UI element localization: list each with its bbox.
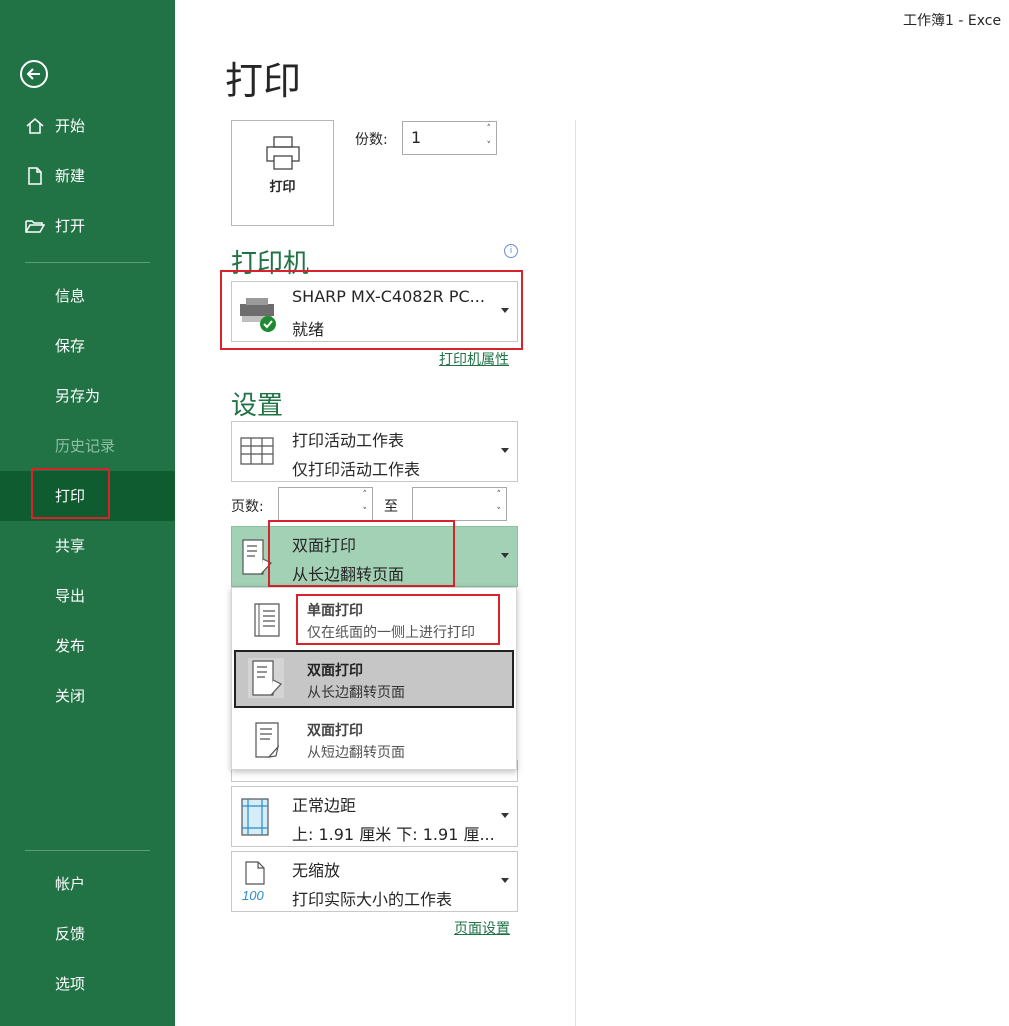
highlight-box-printer bbox=[220, 270, 523, 350]
sidebar-divider bbox=[25, 850, 150, 851]
pages-label: 页数: bbox=[231, 499, 264, 515]
sidebar-item-label: 历史记录 bbox=[55, 437, 116, 455]
home-icon bbox=[26, 118, 44, 134]
sidebar-item-label: 导出 bbox=[55, 587, 86, 605]
printer-properties-link[interactable]: 打印机属性 bbox=[439, 349, 509, 369]
sidebar-divider bbox=[25, 262, 150, 263]
back-arrow-icon[interactable] bbox=[20, 60, 48, 88]
sidebar-item-publish[interactable]: 发布 bbox=[0, 621, 175, 671]
sidebar-item-history: 历史记录 bbox=[0, 421, 175, 471]
copies-stepper[interactable]: 1 ˄ ˅ bbox=[402, 121, 497, 155]
stepper-down-icon[interactable]: ˅ bbox=[487, 142, 492, 151]
margins-icon bbox=[241, 798, 269, 836]
pages-from-stepper[interactable]: ˄ ˅ bbox=[278, 487, 373, 521]
sidebar-item-label: 发布 bbox=[55, 637, 86, 655]
duplex-option-title: 双面打印 bbox=[307, 663, 363, 679]
preview-divider bbox=[575, 120, 576, 1026]
sidebar-item-label: 新建 bbox=[55, 167, 86, 185]
print-button-label: 打印 bbox=[269, 180, 296, 195]
settings-heading: 设置 bbox=[231, 391, 284, 421]
print-button[interactable]: 打印 bbox=[231, 120, 334, 226]
sidebar-item-feedback[interactable]: 反馈 bbox=[0, 909, 175, 959]
scaling-select[interactable]: 100 无缩放 打印实际大小的工作表 bbox=[231, 851, 518, 912]
sidebar-item-save-as[interactable]: 另存为 bbox=[0, 371, 175, 421]
scaling-icon-text: 100 bbox=[242, 888, 264, 902]
margins-title: 正常边距 bbox=[292, 796, 357, 815]
duplex-short-edge-icon bbox=[255, 722, 280, 758]
sidebar-item-label: 反馈 bbox=[55, 925, 86, 943]
duplex-option-long-edge[interactable]: 双面打印 从长边翻转页面 bbox=[234, 650, 514, 708]
margins-select[interactable]: 正常边距 上: 1.91 厘米 下: 1.91 厘... bbox=[231, 786, 518, 847]
print-scope-desc: 仅打印活动工作表 bbox=[292, 460, 421, 479]
sidebar-item-label: 另存为 bbox=[55, 387, 101, 405]
sidebar-item-open[interactable]: 打开 bbox=[0, 201, 175, 251]
copies-value: 1 bbox=[411, 128, 422, 147]
scaling-title: 无缩放 bbox=[292, 861, 341, 880]
sidebar-item-info[interactable]: 信息 bbox=[0, 271, 175, 321]
highlight-box-single-sided bbox=[296, 594, 500, 645]
sidebar-item-label: 共享 bbox=[55, 537, 86, 555]
duplex-option-title: 双面打印 bbox=[307, 723, 363, 739]
printer-icon bbox=[266, 136, 300, 170]
stepper-down-icon[interactable]: ˅ bbox=[363, 508, 368, 517]
sidebar-item-home[interactable]: 开始 bbox=[0, 101, 175, 151]
stepper-down-icon[interactable]: ˅ bbox=[497, 508, 502, 517]
duplex-dropdown-menu: 单面打印 仅在纸面的一侧上进行打印 双面打印 从长边翻转页面 双面打印 从短边翻… bbox=[231, 587, 517, 770]
duplex-option-desc: 从长边翻转页面 bbox=[307, 685, 405, 701]
stepper-up-icon[interactable]: ˄ bbox=[497, 491, 502, 500]
info-icon[interactable]: i bbox=[504, 244, 518, 258]
scaling-desc: 打印实际大小的工作表 bbox=[292, 890, 453, 909]
sidebar-item-label: 帐户 bbox=[55, 875, 86, 893]
sidebar-item-save[interactable]: 保存 bbox=[0, 321, 175, 371]
sidebar-item-share[interactable]: 共享 bbox=[0, 521, 175, 571]
new-file-icon bbox=[28, 167, 42, 185]
backstage-sidebar: 开始 新建 打开 信息 保存 另存为 历史记录 打印 共享 导出 发布 关闭 帐… bbox=[0, 0, 175, 1026]
sidebar-item-close[interactable]: 关闭 bbox=[0, 671, 175, 721]
margins-desc: 上: 1.91 厘米 下: 1.91 厘... bbox=[292, 825, 495, 844]
print-scope-select[interactable]: 打印活动工作表 仅打印活动工作表 bbox=[231, 421, 518, 482]
sheet-grid-icon bbox=[240, 437, 274, 465]
sidebar-item-label: 开始 bbox=[55, 117, 86, 135]
highlight-box-duplex bbox=[268, 520, 455, 587]
sidebar-item-options[interactable]: 选项 bbox=[0, 959, 175, 1009]
sidebar-item-new[interactable]: 新建 bbox=[0, 151, 175, 201]
pages-to-stepper[interactable]: ˄ ˅ bbox=[412, 487, 507, 521]
stepper-up-icon[interactable]: ˄ bbox=[363, 491, 368, 500]
single-sided-icon bbox=[254, 603, 280, 637]
folder-open-icon bbox=[25, 220, 45, 233]
highlight-box-print-nav bbox=[31, 468, 110, 519]
sidebar-item-label: 信息 bbox=[55, 287, 86, 305]
sidebar-item-label: 关闭 bbox=[55, 687, 86, 705]
duplex-option-desc: 从短边翻转页面 bbox=[307, 745, 405, 761]
pages-to-label: 至 bbox=[384, 499, 398, 515]
sidebar-item-label: 保存 bbox=[55, 337, 86, 355]
stepper-up-icon[interactable]: ˄ bbox=[487, 125, 492, 134]
sidebar-item-label: 选项 bbox=[55, 975, 86, 993]
chevron-down-icon bbox=[501, 878, 509, 883]
copies-label: 份数: bbox=[355, 132, 388, 148]
sidebar-item-account[interactable]: 帐户 bbox=[0, 859, 175, 909]
window-title: 工作簿1 - Exce bbox=[903, 13, 1002, 29]
sidebar-item-export[interactable]: 导出 bbox=[0, 571, 175, 621]
page-title: 打印 bbox=[225, 59, 302, 103]
chevron-down-icon bbox=[501, 448, 509, 453]
sidebar-item-label: 打开 bbox=[55, 217, 86, 235]
chevron-down-icon bbox=[501, 553, 509, 558]
chevron-down-icon bbox=[501, 813, 509, 818]
duplex-long-edge-icon bbox=[248, 658, 284, 698]
print-scope-title: 打印活动工作表 bbox=[292, 431, 405, 450]
duplex-option-short-edge[interactable]: 双面打印 从短边翻转页面 bbox=[234, 710, 514, 768]
no-scaling-icon: 100 bbox=[242, 861, 265, 902]
page-setup-link[interactable]: 页面设置 bbox=[454, 918, 510, 938]
